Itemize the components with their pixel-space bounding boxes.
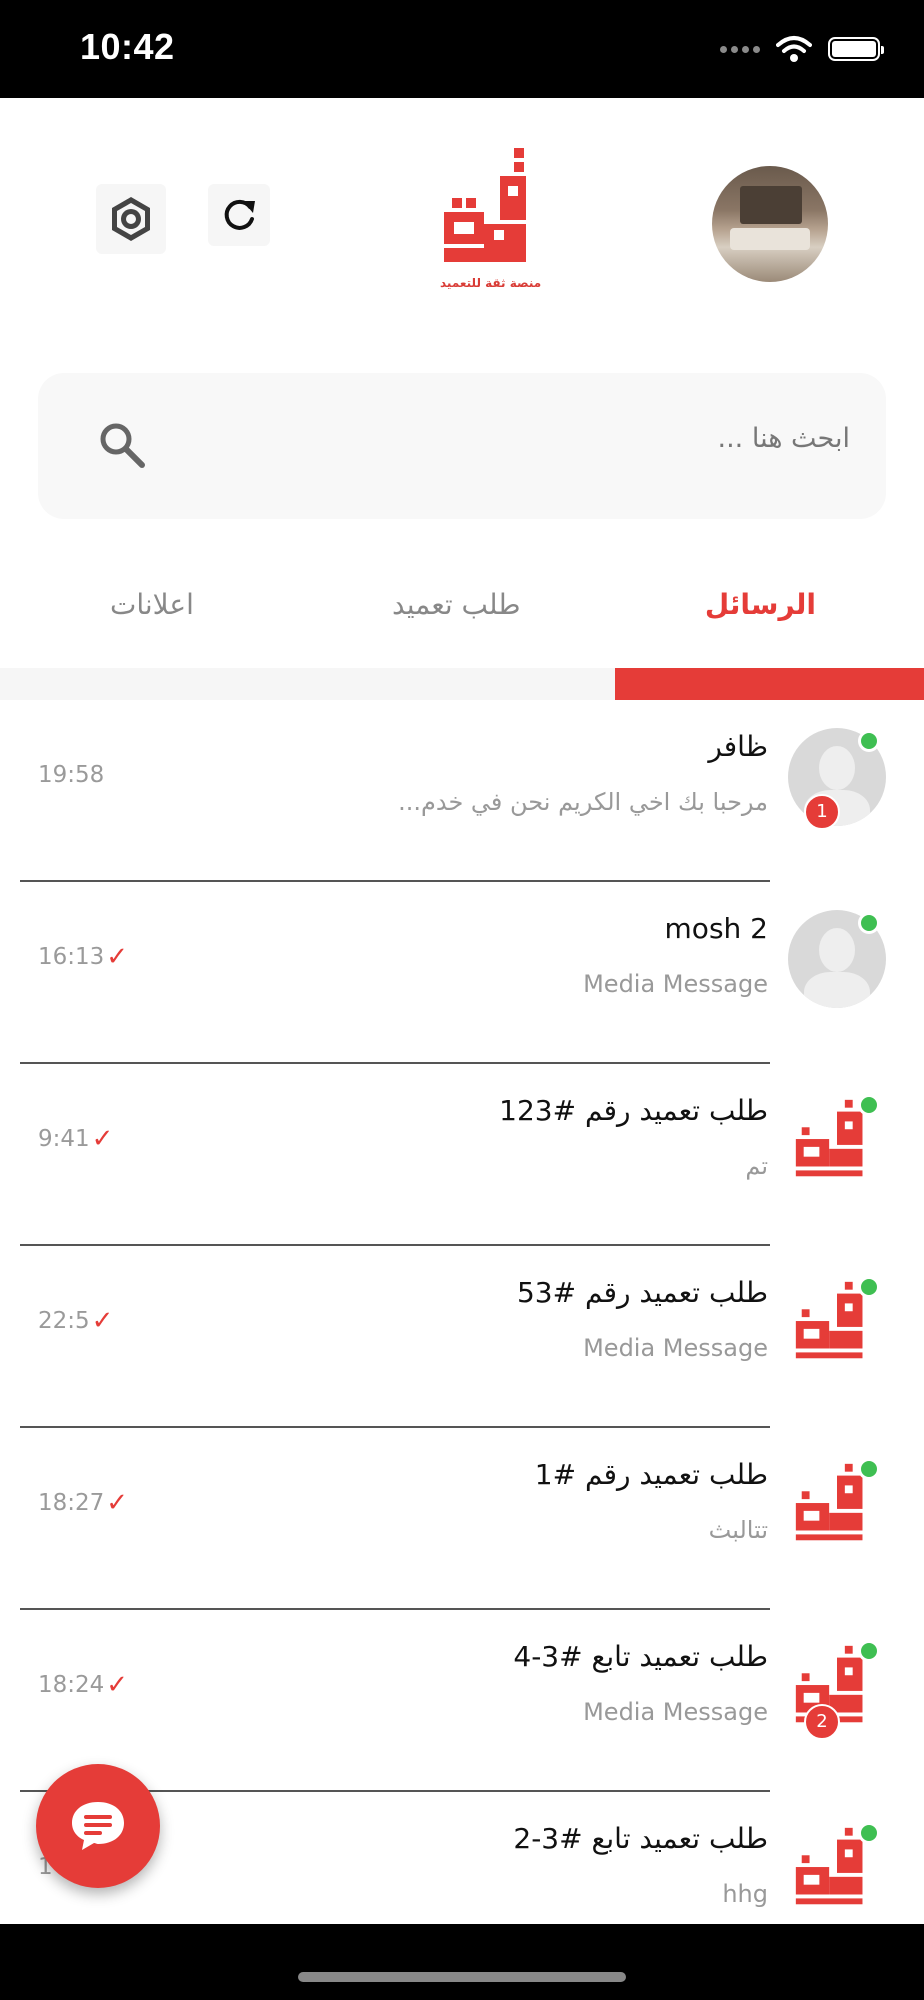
chat-time: 16:13 ✓ xyxy=(38,942,129,972)
chat-time: 22:5 ✓ xyxy=(38,1306,114,1336)
online-indicator xyxy=(858,1458,880,1480)
settings-button[interactable] xyxy=(96,184,166,254)
status-bar: 10:42 xyxy=(0,0,924,98)
chat-preview: Media Message xyxy=(583,1334,768,1362)
chat-preview: Media Message xyxy=(583,1698,768,1726)
cellular-signal-icon xyxy=(720,45,760,53)
read-check-icon: ✓ xyxy=(106,1488,129,1518)
chat-preview: مرحبا بك اخي الكريم نحن في خدم... xyxy=(398,788,768,816)
online-indicator xyxy=(858,730,880,752)
app-logo: منصة ثقة للتعميد xyxy=(440,148,542,298)
chat-title: طلب تعميد تابع #3-2 xyxy=(513,1822,768,1855)
bottom-bar xyxy=(0,1924,924,2000)
search-input[interactable]: ابحث هنا ... xyxy=(718,423,850,454)
chat-time: 9:41 ✓ xyxy=(38,1124,114,1154)
tab-active-indicator xyxy=(615,668,924,700)
chat-title: طلب تعميد رقم #123 xyxy=(499,1094,768,1127)
chat-preview: تتالبث xyxy=(708,1516,768,1544)
chat-time: 18:27 ✓ xyxy=(38,1488,129,1518)
online-indicator xyxy=(858,1640,880,1662)
logo-caption: منصة ثقة للتعميد xyxy=(440,276,542,290)
chat-title: طلب تعميد رقم #1 xyxy=(534,1458,768,1491)
read-check-icon: ✓ xyxy=(91,1124,114,1154)
unread-badge: 2 xyxy=(804,1704,840,1740)
logo-icon xyxy=(444,148,526,262)
chat-row[interactable]: طلب تعميد رقم #123 تم 9:41 ✓ xyxy=(0,1064,924,1246)
header: منصة ثقة للتعميد xyxy=(0,98,924,348)
chat-time: 19:58 xyxy=(38,762,105,788)
chat-title: mosh 2 xyxy=(664,912,768,945)
chat-preview: hhg xyxy=(722,1880,768,1908)
chat-title: طلب تعميد تابع #3-4 xyxy=(513,1640,768,1673)
tab-bar: الرسائل طلب تعميد اعلانات xyxy=(0,560,924,700)
chat-row[interactable]: طلب تعميد رقم #53 Media Message 22:5 ✓ xyxy=(0,1246,924,1428)
chat-row[interactable]: mosh 2 Media Message 16:13 ✓ xyxy=(0,882,924,1064)
home-indicator[interactable] xyxy=(298,1972,626,1982)
search-icon xyxy=(100,423,145,468)
chat-row[interactable]: 2 طلب تعميد تابع #3-4 Media Message 18:2… xyxy=(0,1610,924,1792)
read-check-icon: ✓ xyxy=(91,1306,114,1336)
read-check-icon: ✓ xyxy=(106,942,129,972)
search-bar[interactable]: ابحث هنا ... xyxy=(38,373,886,519)
profile-avatar[interactable] xyxy=(712,166,828,282)
chat-title: طلب تعميد رقم #53 xyxy=(516,1276,768,1309)
unread-badge: 1 xyxy=(804,794,840,830)
battery-icon xyxy=(828,37,884,61)
tab-ads[interactable]: اعلانات xyxy=(110,588,194,621)
chat-preview: تم xyxy=(745,1152,768,1180)
gear-icon xyxy=(112,197,150,241)
chat-preview: Media Message xyxy=(583,970,768,998)
tab-messages[interactable]: الرسائل xyxy=(705,588,816,621)
online-indicator xyxy=(858,1276,880,1298)
read-check-icon: ✓ xyxy=(106,1670,129,1700)
chat-time: 18:24 ✓ xyxy=(38,1670,129,1700)
refresh-icon xyxy=(224,199,255,230)
chat-row[interactable]: 1 ظافر مرحبا بك اخي الكريم نحن في خدم...… xyxy=(0,700,924,882)
online-indicator xyxy=(858,1094,880,1116)
chat-bubble-icon xyxy=(72,1802,124,1850)
tab-approval-request[interactable]: طلب تعميد xyxy=(392,588,521,621)
new-chat-button[interactable] xyxy=(36,1764,160,1888)
online-indicator xyxy=(858,912,880,934)
status-icons xyxy=(720,34,884,64)
status-time: 10:42 xyxy=(80,26,175,67)
chat-title: ظافر xyxy=(708,730,768,763)
online-indicator xyxy=(858,1822,880,1844)
chat-row[interactable]: طلب تعميد رقم #1 تتالبث 18:27 ✓ xyxy=(0,1428,924,1610)
wifi-icon xyxy=(776,36,812,62)
refresh-button[interactable] xyxy=(208,184,270,246)
